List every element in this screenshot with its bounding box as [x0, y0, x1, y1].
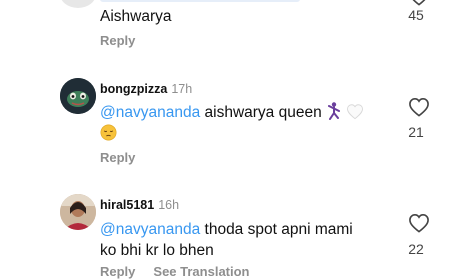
dancing-man-emoji-icon — [328, 102, 341, 120]
comment-1-body: aishwarya queen — [204, 104, 322, 121]
comment-2-actions: Reply See Translation — [100, 264, 250, 279]
comment-2-time: 16h — [158, 198, 180, 212]
comment-1-actions: Reply — [100, 150, 135, 165]
comment-2-avatar[interactable] — [60, 194, 96, 230]
comment-0-text: Aishwarya — [100, 8, 172, 25]
comment-1-reply-button[interactable]: Reply — [100, 150, 135, 165]
comment-0-actions: Reply — [100, 33, 135, 48]
comment-2-see-translation-button[interactable]: See Translation — [153, 264, 249, 279]
comment-2-username[interactable]: hiral5181 — [100, 198, 154, 212]
comment-1-like-count: 21 — [408, 124, 424, 140]
comment-1-avatar[interactable] — [60, 78, 96, 114]
comment-2-reply-button[interactable]: Reply — [100, 264, 135, 279]
comment-2-like-count: 22 — [408, 241, 424, 257]
comment-1-like-icon[interactable] — [408, 97, 430, 117]
comment-2-text: @navyananda thoda spot apni mami ko bhi … — [100, 219, 390, 261]
white-heart-emoji-icon — [347, 104, 364, 120]
comment-1-mention[interactable]: @navyananda — [100, 104, 200, 121]
comment-0-cutoff-avatar — [60, 0, 96, 8]
comment-0-like-count: 45 — [408, 7, 424, 23]
comment-2-body-line2: ko bhi kr lo bhen — [100, 242, 214, 259]
comment-2-like-icon[interactable] — [408, 213, 430, 233]
comment-1-username-row: bongzpizza 17h — [100, 82, 192, 96]
comment-1-time: 17h — [171, 82, 193, 96]
comment-2-mention[interactable]: @navyananda — [100, 221, 200, 238]
comment-1-username[interactable]: bongzpizza — [100, 82, 167, 96]
comment-0-reply-button[interactable]: Reply — [100, 33, 135, 48]
comment-0-like-icon[interactable] — [408, 0, 430, 6]
pensive-face-emoji-icon — [100, 124, 117, 141]
comment-2-body-line1: thoda spot apni mami — [204, 221, 353, 238]
comment-0-cutoff-line — [100, 0, 300, 2]
comment-2-username-row: hiral5181 16h — [100, 198, 179, 212]
comment-1-text: @navyananda aishwarya queen — [100, 102, 390, 144]
